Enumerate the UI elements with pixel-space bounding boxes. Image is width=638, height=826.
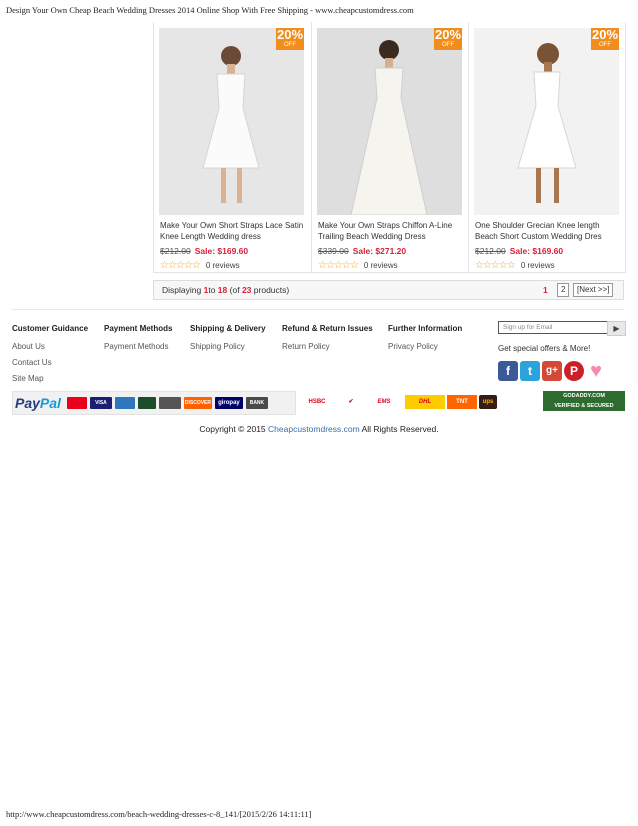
mastercard-logo [66, 397, 87, 409]
footer-link-about-us[interactable]: About Us [12, 342, 88, 351]
footer-column-further-info: Further Information Privacy Policy [388, 324, 462, 358]
footer-heading: Further Information [388, 324, 463, 333]
arrow-right-icon: ▶ [613, 324, 620, 333]
product-card[interactable]: 20% OFF Make Your Own Short Straps Lace … [154, 22, 311, 272]
footer-heading: Shipping & Delivery [190, 324, 266, 333]
product-name-link[interactable]: Make Your Own Short Straps Lace Satin Kn… [160, 220, 306, 242]
footer-link-return-policy[interactable]: Return Policy [282, 342, 373, 351]
rating[interactable]: ☆☆☆☆☆ 0 reviews [318, 260, 398, 271]
original-price: $212.00 [160, 246, 191, 256]
site-link[interactable]: Cheapcustomdress.com [268, 424, 360, 434]
current-page: 1 [543, 285, 548, 295]
product-card[interactable]: 20% OFF One Shoulder Grecian Knee length… [468, 22, 625, 272]
print-header: Design Your Own Cheap Beach Wedding Dres… [6, 5, 414, 15]
discover-logo: DISCOVER [183, 397, 212, 409]
card-logo [158, 397, 181, 409]
rating-stars-icon: ☆☆☆☆☆ [475, 260, 516, 271]
product-card[interactable]: 20% OFF Make Your Own Straps Chiffon A-L… [311, 22, 468, 272]
footer-link-privacy-policy[interactable]: Privacy Policy [388, 342, 462, 351]
product-name-link[interactable]: Make Your Own Straps Chiffon A-Line Trai… [318, 220, 464, 242]
email-signup-input[interactable]: Sign up for Email [498, 321, 612, 334]
offers-text: Get special offers & More! [498, 344, 591, 353]
original-price: $339.00 [318, 246, 349, 256]
footer-link-contact-us[interactable]: Contact Us [12, 358, 88, 367]
amex-logo [114, 397, 135, 409]
discount-badge: 20% OFF [591, 28, 619, 50]
footer-column-payment: Payment Methods Payment Methods [104, 324, 172, 358]
bank-logo: BANK [245, 397, 268, 409]
product-image[interactable]: 20% OFF [474, 28, 619, 215]
twitter-icon[interactable]: t [520, 361, 540, 381]
review-count: 0 reviews [520, 261, 555, 270]
heart-icon[interactable]: ♥ [586, 361, 606, 381]
giropay-logo: giropay [214, 397, 243, 409]
rating-stars-icon: ☆☆☆☆☆ [318, 260, 359, 271]
visa-logo: VISA [89, 397, 112, 409]
facebook-icon[interactable]: f [498, 361, 518, 381]
google-plus-icon[interactable]: g+ [542, 361, 562, 381]
footer-heading: Customer Guidance [12, 324, 89, 333]
product-image[interactable]: 20% OFF [159, 28, 304, 215]
next-page-link[interactable]: [Next >>] [573, 283, 614, 297]
footer-link-payment-methods[interactable]: Payment Methods [104, 342, 172, 351]
pagination-bar: Displaying 1to 18 (of 23 products) 1 2 [… [153, 280, 624, 300]
footer-column-customer-guidance: Customer Guidance About Us Contact Us Si… [12, 324, 88, 390]
sale-price: Sale: $169.60 [509, 246, 564, 256]
shipping-logos: HSBC ✔ EMS DHL TNT ups [297, 391, 541, 413]
rating[interactable]: ☆☆☆☆☆ 0 reviews [475, 260, 555, 271]
discount-badge: 20% OFF [434, 28, 462, 50]
price-block: $212.00 Sale: $169.60 [475, 246, 563, 256]
page-2-link[interactable]: 2 [557, 283, 570, 297]
card-logo [137, 397, 156, 409]
price-block: $339.00 Sale: $271.20 [318, 246, 406, 256]
footer-column-refund: Refund & Return Issues Return Policy [282, 324, 373, 358]
footer-heading: Refund & Return Issues [282, 324, 373, 333]
verified-secure-badge: GODADDY.COM VERIFIED & SECURED [543, 391, 625, 411]
footer-divider [12, 309, 624, 310]
rating[interactable]: ☆☆☆☆☆ 0 reviews [160, 260, 240, 271]
rating-stars-icon: ☆☆☆☆☆ [160, 260, 201, 271]
tnt-logo: TNT [447, 395, 477, 409]
discount-badge: 20% OFF [276, 28, 304, 50]
pinterest-icon[interactable]: P [564, 361, 584, 381]
product-name-link[interactable]: One Shoulder Grecian Knee length Beach S… [475, 220, 621, 242]
email-submit-button[interactable]: ▶ [607, 321, 626, 336]
review-count: 0 reviews [363, 261, 398, 270]
copyright: Copyright © 2015 Cheapcustomdress.com Al… [199, 424, 439, 434]
price-block: $212.00 Sale: $169.60 [160, 246, 248, 256]
hsbc-logo: HSBC [297, 395, 337, 409]
paypal-logo: PayPal [15, 395, 61, 411]
footer-link-shipping-policy[interactable]: Shipping Policy [190, 342, 266, 351]
sale-price: Sale: $271.20 [352, 246, 407, 256]
ems-logo: EMS [377, 399, 391, 405]
sale-price: Sale: $169.60 [194, 246, 249, 256]
footer-column-shipping: Shipping & Delivery Shipping Policy [190, 324, 266, 358]
product-image[interactable]: 20% OFF [317, 28, 462, 215]
ups-logo: ups [479, 395, 497, 409]
product-grid: 20% OFF Make Your Own Short Straps Lace … [153, 22, 626, 273]
results-count: Displaying 1to 18 (of 23 products) [162, 285, 290, 295]
review-count: 0 reviews [205, 261, 240, 270]
print-footer-url: http://www.cheapcustomdress.com/beach-we… [6, 809, 312, 819]
original-price: $212.00 [475, 246, 506, 256]
footer-link-site-map[interactable]: Site Map [12, 374, 88, 383]
dhl-logo: DHL [405, 395, 445, 409]
footer-heading: Payment Methods [104, 324, 173, 333]
payment-logos: PayPal VISA DISCOVER giropay BANK [12, 391, 296, 415]
verified-checkmark-icon: ✔ [339, 395, 363, 409]
